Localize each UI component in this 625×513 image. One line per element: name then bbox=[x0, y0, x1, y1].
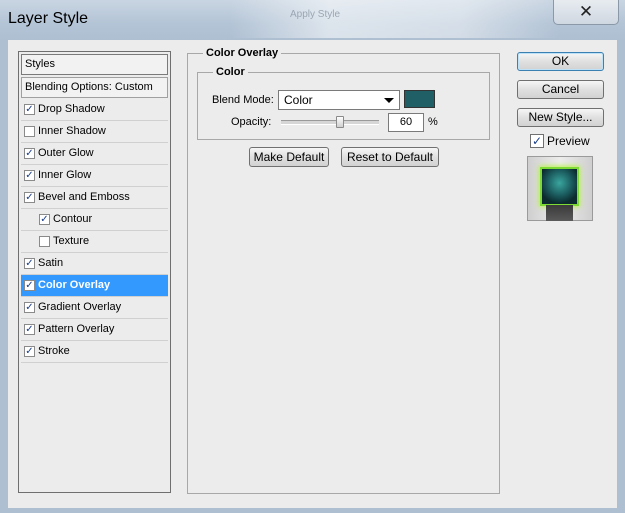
checkbox-unchecked-icon[interactable] bbox=[39, 236, 50, 247]
make-default-button[interactable]: Make Default bbox=[249, 147, 329, 167]
preview-layer-base bbox=[546, 205, 573, 221]
styles-header[interactable]: Styles bbox=[21, 54, 168, 75]
chevron-down-icon bbox=[384, 98, 394, 103]
blend-mode-label: Blend Mode: bbox=[212, 94, 274, 106]
reset-to-default-button[interactable]: Reset to Default bbox=[341, 147, 439, 167]
opacity-slider-track[interactable] bbox=[281, 120, 379, 125]
effect-label: Contour bbox=[53, 213, 93, 225]
close-icon: ✕ bbox=[578, 2, 594, 21]
effect-item[interactable]: ✓ Drop Shadow bbox=[21, 99, 168, 121]
close-button[interactable]: ✕ bbox=[553, 0, 619, 25]
blend-mode-value: Color bbox=[284, 93, 313, 107]
checkbox-checked-icon[interactable]: ✓ bbox=[39, 214, 50, 225]
background-window-ghost bbox=[230, 0, 560, 38]
checkbox-checked-icon[interactable]: ✓ bbox=[24, 302, 35, 313]
checkbox-unchecked-icon[interactable] bbox=[24, 126, 35, 137]
new-style-button[interactable]: New Style... bbox=[517, 108, 604, 127]
window-frame-right bbox=[617, 40, 625, 513]
effect-item[interactable]: Texture bbox=[21, 231, 168, 253]
effect-item[interactable]: ✓ Satin bbox=[21, 253, 168, 275]
cancel-button[interactable]: Cancel bbox=[517, 80, 604, 99]
effect-label: Outer Glow bbox=[38, 147, 94, 159]
effect-item[interactable]: ✓ Contour bbox=[21, 209, 168, 231]
window-frame-bottom bbox=[0, 508, 625, 513]
effect-item[interactable]: ✓ Pattern Overlay bbox=[21, 319, 168, 341]
effect-item[interactable]: ✓ Inner Glow bbox=[21, 165, 168, 187]
overlay-color-swatch[interactable] bbox=[404, 90, 435, 108]
effect-label: Pattern Overlay bbox=[38, 323, 115, 335]
effect-label: Inner Glow bbox=[38, 169, 92, 181]
window-frame-left bbox=[0, 40, 8, 513]
effect-label: Inner Shadow bbox=[38, 125, 106, 137]
effect-item[interactable]: ✓ Bevel and Emboss bbox=[21, 187, 168, 209]
effect-label: Bevel and Emboss bbox=[38, 191, 130, 203]
checkbox-checked-icon[interactable]: ✓ bbox=[24, 148, 35, 159]
background-ghost-text: Apply Style bbox=[290, 9, 341, 20]
effect-label: Satin bbox=[38, 257, 64, 269]
blending-options-item[interactable]: Blending Options: Custom bbox=[21, 77, 168, 98]
effect-item[interactable]: ✓ Stroke bbox=[21, 341, 168, 363]
checkbox-checked-icon[interactable]: ✓ bbox=[24, 324, 35, 335]
checkbox-checked-icon[interactable]: ✓ bbox=[24, 192, 35, 203]
effect-label: Gradient Overlay bbox=[38, 301, 122, 313]
checkbox-checked-icon[interactable]: ✓ bbox=[24, 346, 35, 357]
effect-label: Color Overlay bbox=[38, 279, 111, 291]
checkbox-checked-icon[interactable]: ✓ bbox=[24, 280, 35, 291]
checkbox-checked-icon[interactable]: ✓ bbox=[24, 170, 35, 181]
preview-layer-image bbox=[542, 169, 577, 204]
preview-label: Preview bbox=[547, 134, 590, 148]
opacity-slider-thumb[interactable] bbox=[335, 116, 344, 128]
effect-item[interactable]: ✓ Outer Glow bbox=[21, 143, 168, 165]
opacity-unit: % bbox=[428, 116, 438, 128]
checkbox-checked-icon[interactable]: ✓ bbox=[24, 258, 35, 269]
checkbox-checked-icon[interactable]: ✓ bbox=[24, 104, 35, 115]
blend-mode-select[interactable]: Color bbox=[278, 90, 400, 110]
preview-checkbox[interactable]: ✓ bbox=[530, 134, 544, 148]
effect-item[interactable]: Inner Shadow bbox=[21, 121, 168, 143]
opacity-label: Opacity: bbox=[231, 116, 272, 128]
preview-thumbnail bbox=[527, 156, 593, 221]
opacity-input[interactable]: 60 bbox=[388, 113, 424, 132]
title-bar: Apply Style Layer Style ✕ bbox=[0, 0, 625, 40]
effect-label: Texture bbox=[53, 235, 90, 247]
effect-item[interactable]: ✓ Gradient Overlay bbox=[21, 297, 168, 319]
ok-button[interactable]: OK bbox=[517, 52, 604, 71]
effect-label: Drop Shadow bbox=[38, 103, 105, 115]
window-title: Layer Style bbox=[8, 10, 89, 27]
effect-label: Stroke bbox=[38, 345, 70, 357]
color-overlay-title: Color Overlay bbox=[203, 47, 282, 59]
styles-list-panel: Styles Blending Options: Custom ✓ Drop Sh… bbox=[18, 51, 171, 493]
color-group-title: Color bbox=[213, 66, 248, 78]
effect-item[interactable]: ✓ Color Overlay bbox=[21, 275, 168, 297]
